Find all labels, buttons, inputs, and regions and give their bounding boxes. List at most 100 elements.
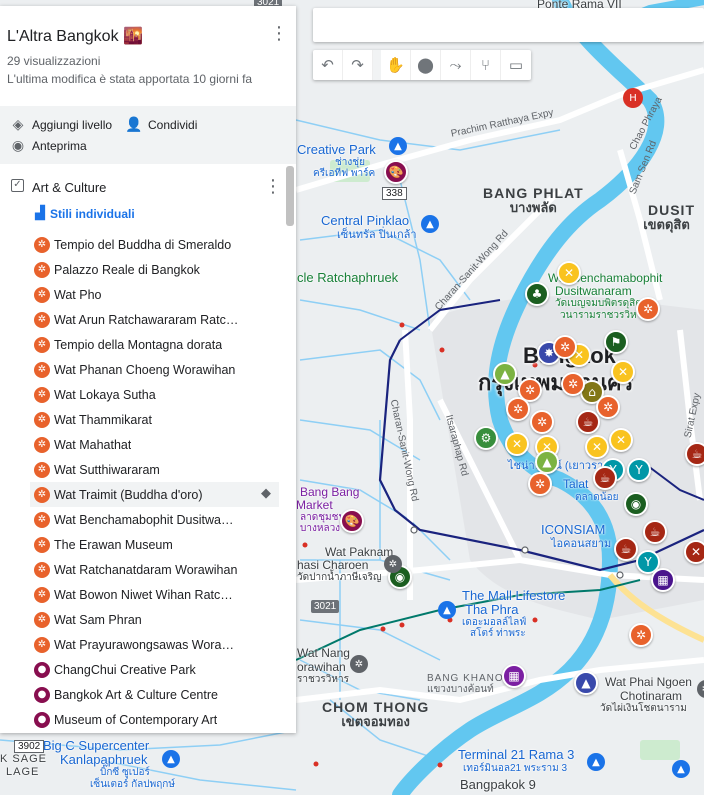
list-item[interactable]: ● ChangChui Creative Park [0, 657, 296, 682]
shopping-bag-pin[interactable]: ▲ [574, 671, 598, 695]
map-title[interactable]: L'Altra Bangkok 🌇 [7, 26, 143, 46]
map-label-big-c-th2: เซ็นเตอร์ กัลปพฤกษ์ [90, 779, 175, 790]
temple-pin[interactable]: ✲ [553, 335, 577, 359]
temple-pin[interactable]: ✲ [636, 297, 660, 321]
panel-actions: ◈ Aggiungi livello 👤 Condividi ◉ Antepri… [0, 106, 296, 164]
shopping-bag-pin[interactable]: ▲ [493, 362, 517, 386]
list-item-label: Wat Thammikarat [54, 412, 152, 427]
temple-icon: ✲ [34, 261, 50, 278]
palette-pin[interactable]: 🎨 [384, 160, 408, 184]
food-pin[interactable]: ✕ [684, 540, 704, 564]
add-directions-button[interactable]: ⑂ [471, 50, 501, 80]
temple-pin[interactable]: ✲ [506, 397, 530, 421]
food-pin[interactable]: ✕ [505, 432, 529, 456]
list-item[interactable]: ✲ Wat Lokaya Sutha [0, 382, 296, 407]
tree-pin[interactable]: ♣ [525, 282, 549, 306]
redo-button[interactable]: ↷ [343, 50, 373, 80]
list-item[interactable]: ✲ Wat Phanan Choeng Worawihan [0, 357, 296, 382]
coffee-pin[interactable]: ☕ [685, 442, 704, 466]
temple-icon: ✲ [34, 461, 50, 478]
map-label-terminal21-th: เทอร์มินอล21 พระราม 3 [463, 763, 568, 774]
list-item[interactable]: ✲ Wat Traimit (Buddha d'oro) ◆ [30, 482, 279, 507]
hand-tool-button[interactable]: ✋ [381, 50, 411, 80]
undo-button[interactable]: ↶ [313, 50, 343, 80]
list-item[interactable]: ✲ Wat Pho [0, 282, 296, 307]
layer-name[interactable]: Art & Culture [32, 180, 106, 195]
list-item[interactable]: ✲ The Erawan Museum [0, 532, 296, 557]
temple-pin[interactable]: ✲ [528, 472, 552, 496]
layer-options-icon[interactable]: ⋮ [264, 176, 282, 197]
style-paint-bucket-icon[interactable]: ◆ [261, 486, 271, 501]
preview-button[interactable]: ◉ Anteprima [8, 137, 87, 155]
place-of-worship-pin[interactable]: ✲ [384, 555, 402, 573]
temple-icon: ✲ [34, 361, 50, 378]
temple-icon: ✲ [34, 536, 50, 553]
shopping-bag-pin[interactable]: ▲ [587, 753, 605, 771]
cocktail-pin[interactable]: Y [627, 458, 651, 482]
list-item[interactable]: ● Bangkok Art & Culture Centre [0, 682, 296, 707]
list-item[interactable]: ✲ Palazzo Reale di Bangkok [0, 257, 296, 282]
list-item[interactable]: ✲ Wat Arun Ratchawararam Ratchawaramahawi… [0, 307, 296, 332]
map-label-dusitwanaram: Dusitwanaram [555, 284, 632, 298]
building-pin[interactable]: ▦ [502, 664, 526, 688]
map-label-iconsiam-th: ไอคอนสยาม [551, 538, 612, 550]
list-item[interactable]: ✲ Wat Prayurawongsawas Worawihan [0, 632, 296, 657]
shopping-bag-pin[interactable]: ▲ [389, 137, 407, 155]
shopping-bag-pin[interactable]: ▲ [535, 450, 559, 474]
list-item[interactable]: ✲ Wat Sam Phran [0, 607, 296, 632]
shopping-bag-pin[interactable]: ▲ [421, 215, 439, 233]
draw-line-button[interactable]: ⤳ [441, 50, 471, 80]
temple-pin[interactable]: ✲ [561, 372, 585, 396]
palette-icon: ● [34, 661, 50, 678]
place-of-worship-pin[interactable]: ✲ [350, 655, 368, 673]
cart-pin[interactable]: ▲ [162, 750, 180, 768]
coffee-pin[interactable]: ☕ [614, 537, 638, 561]
coffee-pin[interactable]: ☕ [593, 466, 617, 490]
list-item[interactable]: ✲ Wat Bowon Niwet Wihan Ratchaworawihan [0, 582, 296, 607]
building-pin[interactable]: ▦ [651, 568, 675, 592]
temple-pin[interactable]: ✲ [629, 623, 653, 647]
palette-pin[interactable]: 🎨 [340, 509, 364, 533]
list-item[interactable]: ✲ Wat Benchamabophit Dusitwanaram [0, 507, 296, 532]
list-item[interactable]: ✲ Wat Ratchanatdaram Worawihan [0, 557, 296, 582]
temple-pin[interactable]: ✲ [530, 410, 554, 434]
list-item-label: Wat Traimit (Buddha d'oro) [54, 487, 203, 502]
food-pin[interactable]: ✕ [557, 261, 581, 285]
coffee-pin[interactable]: ☕ [643, 520, 667, 544]
bike-pin[interactable]: ⚙ [474, 426, 498, 450]
list-item[interactable]: ● Museum of Contemporary Art [0, 707, 296, 732]
map-label-dusit: DUSIT เขตดุสิต [643, 202, 695, 233]
list-item[interactable]: ✲ Tempio del Buddha di Smeraldo [0, 232, 296, 257]
list-item[interactable]: ✲ Tempio della Montagna dorata [0, 332, 296, 357]
add-marker-button[interactable]: ⬤ [411, 50, 441, 80]
route-shield-3902: 3902 [14, 740, 45, 753]
camera-pin[interactable]: ◉ [624, 492, 648, 516]
map-label-lage: LAGE [6, 766, 40, 778]
food-pin[interactable]: ✕ [611, 360, 635, 384]
more-options-icon[interactable]: ⋮ [270, 24, 288, 44]
individual-styles-button[interactable]: ▟ Stili individuali [35, 206, 135, 221]
list-item-label: Wat Mahathat [54, 437, 132, 452]
share-button[interactable]: 👤 Condividi [124, 116, 197, 134]
list-item[interactable]: ✲ Wat Thammikarat [0, 407, 296, 432]
shopping-bag-pin[interactable]: ▲ [672, 760, 690, 778]
share-label: Condividi [148, 118, 198, 132]
temple-pin[interactable]: ✲ [596, 395, 620, 419]
shopping-bag-pin[interactable]: ▲ [438, 601, 456, 619]
food-pin[interactable]: ✕ [609, 428, 633, 452]
panel-scrollbar[interactable] [286, 166, 294, 226]
list-item-label: Palazzo Reale di Bangkok [54, 262, 200, 277]
search-box[interactable] [313, 8, 704, 42]
add-layer-button[interactable]: ◈ Aggiungi livello [8, 116, 112, 134]
list-item-label: Wat Arun Ratchawararam Ratchawaramahawih… [54, 312, 239, 327]
preview-label: Anteprima [32, 139, 87, 153]
list-item[interactable]: ✲ Wat Mahathat [0, 432, 296, 457]
hiking-pin[interactable]: ⚑ [604, 330, 628, 354]
measure-button[interactable]: ▭ [501, 50, 531, 80]
food-pin[interactable]: ✕ [585, 435, 609, 459]
coffee-pin[interactable]: ☕ [576, 410, 600, 434]
map-label-talat-th: ตลาดน้อย [575, 492, 619, 503]
list-item[interactable]: ✲ Wat Sutthiwararam [0, 457, 296, 482]
hospital-pin[interactable]: H [623, 88, 643, 108]
layer-visibility-checkbox[interactable]: ✓ [11, 179, 24, 192]
